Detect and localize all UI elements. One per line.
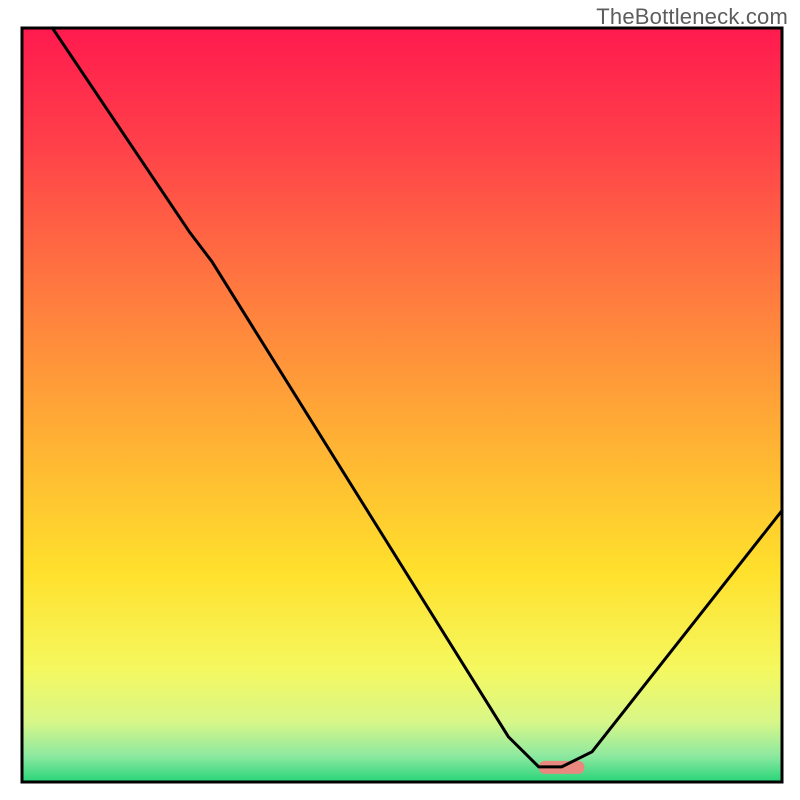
watermark-text: TheBottleneck.com bbox=[596, 4, 788, 30]
bottleneck-chart bbox=[0, 0, 800, 800]
chart-container: TheBottleneck.com bbox=[0, 0, 800, 800]
plot-background bbox=[22, 28, 782, 782]
